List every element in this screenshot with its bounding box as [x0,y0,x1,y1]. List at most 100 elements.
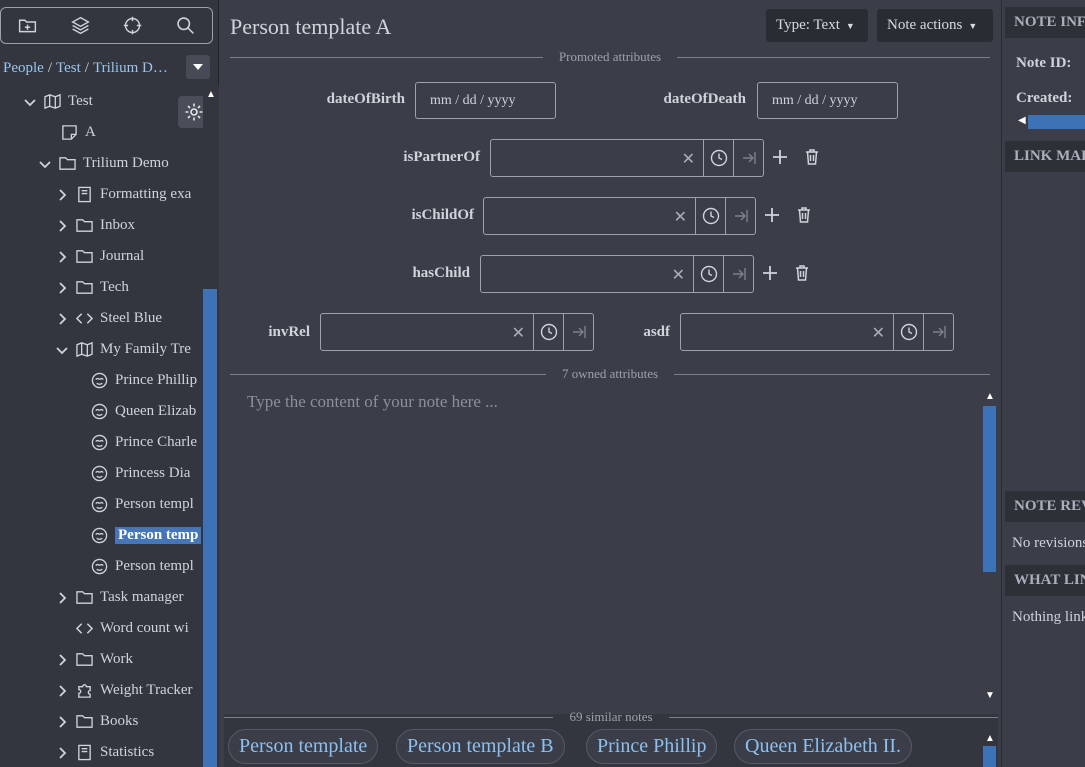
tree-item-my-family-tree[interactable]: My Family Tre [55,334,203,365]
similar-scrollbar-thumb[interactable] [983,746,996,767]
clock-icon[interactable] [703,140,733,176]
chevron-right-icon[interactable] [55,591,69,605]
scroll-up-arrow-icon[interactable]: ▲ [985,391,995,402]
haschild-input[interactable]: ✕ [480,255,754,293]
note-info-header[interactable]: NOTE INFO [1005,7,1085,38]
tree-scrollbar-thumb[interactable] [203,289,217,767]
chevron-down-icon[interactable] [38,157,52,171]
tree-item-person[interactable]: Prince Phillip [90,365,203,396]
owned-attributes-divider[interactable]: 7 owned attributes [230,366,991,382]
tree-item-work[interactable]: Work [55,644,203,675]
chevron-right-icon[interactable] [55,188,69,202]
breadcrumb-item-test[interactable]: Test [56,60,81,77]
clear-icon[interactable]: ✕ [672,265,685,285]
clock-icon[interactable] [695,198,725,234]
chevron-right-icon[interactable] [55,715,69,729]
chevron-down-icon[interactable] [55,343,69,357]
tree-item-label: Princess Dia [115,465,191,481]
trash-icon[interactable] [802,147,822,167]
similar-note-chip[interactable]: Person template B [396,729,565,764]
tree-item-statistics[interactable]: Statistics [55,737,203,767]
tree-item-formatting[interactable]: Formatting exa [55,179,203,210]
horizontal-scrollbar-thumb[interactable] [1028,115,1085,129]
date-placeholder: mm / dd / yyyy [430,92,516,108]
tree-item-person[interactable]: Person templ [90,551,203,582]
chevron-right-icon[interactable] [55,746,69,760]
editor-scrollbar-thumb[interactable] [983,406,996,572]
caret-down-icon: ▼ [845,20,855,31]
breadcrumb-item-trilium-demo[interactable]: Trilium D… [93,60,168,77]
clear-icon[interactable]: ✕ [682,149,695,169]
note-type-button[interactable]: Type: Text ▼ [766,9,868,42]
tree-item-person[interactable]: Prince Charle [90,427,203,458]
clock-icon[interactable] [893,314,923,350]
ispartnerof-input[interactable]: ✕ [490,139,764,177]
attr-label-invrel: invRel [268,324,310,340]
tree-item-inbox[interactable]: Inbox [55,210,203,241]
tree-item-task-manager[interactable]: Task manager [55,582,203,613]
chevron-right-icon[interactable] [55,312,69,326]
tree-item-person[interactable]: Princess Dia [90,458,203,489]
search-icon[interactable] [174,14,198,38]
scroll-down-arrow-icon[interactable]: ▼ [985,690,995,701]
scroll-to-active-icon[interactable] [121,14,145,38]
clock-icon[interactable] [533,314,563,350]
tree-item-person[interactable]: Queen Elizab [90,396,203,427]
open-link-icon[interactable] [563,314,593,350]
tree-item-tech[interactable]: Tech [55,272,203,303]
ischildof-input[interactable]: ✕ [483,197,756,235]
add-icon[interactable] [762,205,782,225]
dateofbirth-input[interactable]: mm / dd / yyyy [415,82,556,119]
collapse-tree-icon[interactable] [68,14,92,38]
breadcrumb-dropdown-button[interactable] [186,55,210,79]
tree-item-trilium-demo[interactable]: Trilium Demo [38,148,203,179]
add-icon[interactable] [760,263,780,283]
note-revisions-header[interactable]: NOTE REVISIONS [1005,491,1085,522]
person-icon [90,372,108,390]
clear-icon[interactable]: ✕ [674,207,687,227]
chevron-right-icon[interactable] [55,684,69,698]
note-actions-button[interactable]: Note actions ▼ [877,9,993,42]
scroll-up-arrow-icon[interactable]: ▲ [985,733,995,744]
asdf-input[interactable]: ✕ [680,313,954,351]
similar-note-chip[interactable]: Queen Elizabeth II. [734,729,913,764]
folder-icon [75,589,93,607]
note-title[interactable]: Person template A [230,14,391,40]
clock-icon[interactable] [693,256,723,292]
new-note-icon[interactable] [15,14,39,38]
tree-item-weight-tracker[interactable]: Weight Tracker [55,675,203,706]
what-links-header[interactable]: WHAT LINKS [1005,565,1085,596]
note-editor[interactable]: Type the content of your note here ... [247,392,498,412]
open-link-icon[interactable] [923,314,953,350]
clear-icon[interactable]: ✕ [872,323,885,343]
tree-item-label: Person templ [115,496,194,512]
breadcrumb-item-people[interactable]: People [3,60,44,77]
tree-item-journal[interactable]: Journal [55,241,203,272]
scroll-up-arrow-icon[interactable]: ▲ [206,89,216,100]
dateofdeath-input[interactable]: mm / dd / yyyy [757,82,898,119]
open-link-icon[interactable] [733,140,763,176]
chevron-right-icon[interactable] [55,653,69,667]
similar-note-chip[interactable]: Person template [228,729,379,764]
open-link-icon[interactable] [725,198,755,234]
tree-item-person-active[interactable]: Person temp [90,520,203,551]
tree-item-word-count[interactable]: Word count wi [75,613,203,644]
chevron-down-icon[interactable] [23,95,37,109]
chevron-right-icon[interactable] [55,281,69,295]
chevron-right-icon[interactable] [55,219,69,233]
chevron-right-icon[interactable] [55,250,69,264]
similar-note-chip[interactable]: Prince Phillip [586,729,718,764]
link-map-header[interactable]: LINK MAP [1005,141,1085,172]
add-icon[interactable] [770,147,790,167]
tree-item-steel-blue[interactable]: Steel Blue [55,303,203,334]
trash-icon[interactable] [794,205,814,225]
scroll-left-arrow-icon[interactable]: ◀ [1018,115,1026,126]
owned-attributes-label[interactable]: 7 owned attributes [546,366,674,382]
tree-item-test[interactable]: Test [23,86,203,117]
invrel-input[interactable]: ✕ [320,313,594,351]
open-link-icon[interactable] [723,256,753,292]
clear-icon[interactable]: ✕ [512,323,525,343]
tree-item-person[interactable]: Person templ [90,489,203,520]
trash-icon[interactable] [792,263,812,283]
tree-item-books[interactable]: Books [55,706,203,737]
